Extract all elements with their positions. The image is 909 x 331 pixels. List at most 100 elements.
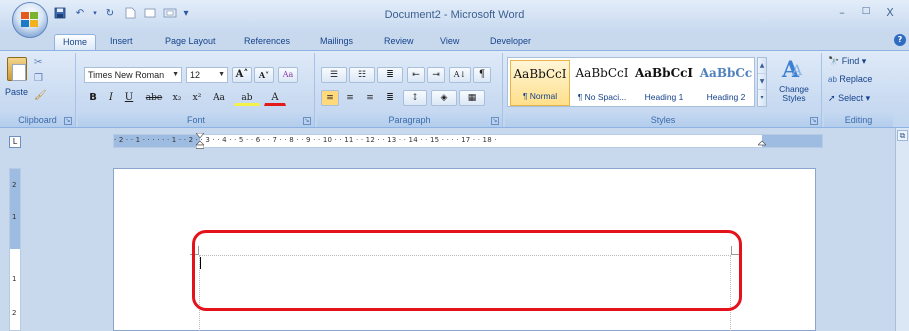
highlight-button[interactable]: ab [234,90,260,106]
vruler-number: 1 [12,213,17,221]
style-no-spacing[interactable]: AaBbCcI ¶ No Spaci... [572,60,632,106]
format-painter-icon[interactable]: 🖌 [34,90,47,101]
style-name: ¶ Normal [522,91,558,101]
clipboard-group: Paste ✂ ❐ 🖌 Clipboard ↘ [0,53,76,127]
change-styles-button[interactable]: A A Change Styles [772,55,816,111]
tab-selector[interactable]: L [9,136,21,148]
paragraph-launcher-icon[interactable]: ↘ [491,117,499,125]
sort-icon[interactable]: A↓ [449,67,471,83]
tab-developer[interactable]: Developer [482,34,539,50]
paragraph-group: ☰ ☷ ≣ ⇤ ⇥ A↓ ¶ ≡ ≡ ≡ ≣ ↕ ◈ ▦ Paragraph ↘ [317,53,503,127]
help-icon[interactable]: ? [894,34,906,46]
title-bar: ↶ ▾ ↻ ▾ Document2 - Microsoft Word – □ X [0,0,909,32]
font-name-value: Times New Roman [88,70,165,80]
font-size-dropdown[interactable]: 12 ▼ [186,67,228,83]
select-cursor-icon: ➚ [828,93,836,103]
increase-indent-icon[interactable]: ⇥ [427,67,445,83]
bullets-icon[interactable]: ☰ [321,67,347,83]
style-name: Heading 2 [706,92,746,102]
highlight-annotation [192,230,742,311]
paste-icon[interactable] [7,57,27,81]
right-indent-marker-icon[interactable] [758,133,766,149]
style-heading-2[interactable]: AaBbCc Heading 2 [696,60,756,106]
multilevel-list-icon[interactable]: ≣ [377,67,403,83]
superscript-button[interactable]: x² [188,90,206,106]
vertical-scrollbar[interactable]: ⧉ [895,128,909,331]
shrink-font-button[interactable]: A˅ [254,67,274,83]
font-group: Times New Roman ▼ 12 ▼ A˄ A˅ Aa B I U ab… [78,53,315,127]
style-normal[interactable]: AaBbCcI ¶ Normal [510,60,570,106]
tab-page-layout[interactable]: Page Layout [157,34,224,50]
tab-home[interactable]: Home [54,34,97,50]
tab-view[interactable]: View [432,34,467,50]
scroll-up-icon[interactable]: ▲ [758,58,766,74]
tab-references[interactable]: References [236,34,298,50]
align-center-icon[interactable]: ≡ [341,90,359,106]
show-marks-icon[interactable]: ¶ [473,67,491,83]
italic-button[interactable]: I [104,90,118,106]
subscript-button[interactable]: x₂ [168,90,186,106]
minimize-button[interactable]: – [835,6,849,19]
numbering-icon[interactable]: ☷ [349,67,375,83]
font-size-value: 12 [190,70,201,80]
style-name: Heading 1 [644,92,684,102]
indent-marker-icon[interactable] [196,133,204,149]
font-color-button[interactable]: A [264,90,286,106]
replace-button[interactable]: ab Replace [828,74,872,84]
copy-icon[interactable]: ❐ [34,73,43,84]
ruler-numbers: · 2 · · 1 · · · · · · 1 · · 2 · · 3 · · … [114,136,497,144]
style-gallery-scroll[interactable]: ▲ ▼ ▾ [757,57,767,107]
cut-icon[interactable]: ✂ [34,57,42,68]
replace-icon: ab [828,75,837,84]
close-button[interactable]: X [883,6,897,19]
maximize-button[interactable]: □ [859,6,873,19]
tab-review[interactable]: Review [376,34,422,50]
vertical-ruler[interactable]: 2 1 1 2 [9,168,21,331]
decrease-indent-icon[interactable]: ⇤ [407,67,425,83]
find-label: Find [841,56,860,66]
clipboard-launcher-icon[interactable]: ↘ [64,117,72,125]
align-right-icon[interactable]: ≡ [361,90,379,106]
bold-button[interactable]: B [86,90,100,106]
office-logo-icon [21,12,38,27]
svg-text:A: A [791,63,803,79]
font-launcher-icon[interactable]: ↘ [303,117,311,125]
ruler-toggle-icon[interactable]: ⧉ [897,130,908,141]
shading-icon[interactable]: ◈ [431,90,457,106]
grow-font-button[interactable]: A˄ [232,67,252,83]
horizontal-ruler[interactable]: · 2 · · 1 · · · · · · 1 · · 2 · · 3 · · … [113,133,823,149]
style-gallery: AaBbCcI ¶ Normal AaBbCcI ¶ No Spaci... A… [507,57,755,107]
style-sample: AaBbCc [699,66,753,80]
vruler-number: 2 [12,181,17,189]
strikethrough-button[interactable]: abe [142,90,166,106]
tab-mailings[interactable]: Mailings [312,34,361,50]
gallery-more-icon[interactable]: ▾ [758,90,766,106]
select-label: Select [838,93,864,103]
styles-label: Styles [505,114,821,127]
ruler-row: L · 2 · · 1 · · · · · · 1 · · 2 · · 3 · … [0,128,909,155]
change-case-button[interactable]: Aa [208,90,230,106]
clear-formatting-button[interactable]: Aa [278,67,298,83]
font-label: Font [78,114,314,127]
select-button[interactable]: ➚ Select ▾ [828,93,870,104]
borders-icon[interactable]: ▦ [459,90,485,106]
vruler-number: 1 [12,275,17,283]
find-button[interactable]: 🔭 Find ▾ [828,56,866,67]
style-heading-1[interactable]: AaBbCcI Heading 1 [634,60,694,106]
chevron-down-icon: ▼ [218,71,225,78]
find-icon: 🔭 [828,56,840,66]
paste-button[interactable]: Paste [5,87,28,97]
font-name-dropdown[interactable]: Times New Roman ▼ [84,67,182,83]
scroll-down-icon[interactable]: ▼ [758,74,766,90]
window-title: Document2 - Microsoft Word [384,9,525,21]
line-spacing-icon[interactable]: ↕ [403,90,427,106]
style-sample: AaBbCcI [575,66,629,80]
tab-insert[interactable]: Insert [102,34,141,50]
style-sample: AaBbCcI [634,66,694,80]
office-button[interactable] [12,2,48,38]
underline-button[interactable]: U [122,90,136,106]
justify-icon[interactable]: ≣ [381,90,399,106]
styles-launcher-icon[interactable]: ↘ [810,117,818,125]
align-left-icon[interactable]: ≡ [321,90,339,106]
window-controls: – □ X [835,6,897,19]
